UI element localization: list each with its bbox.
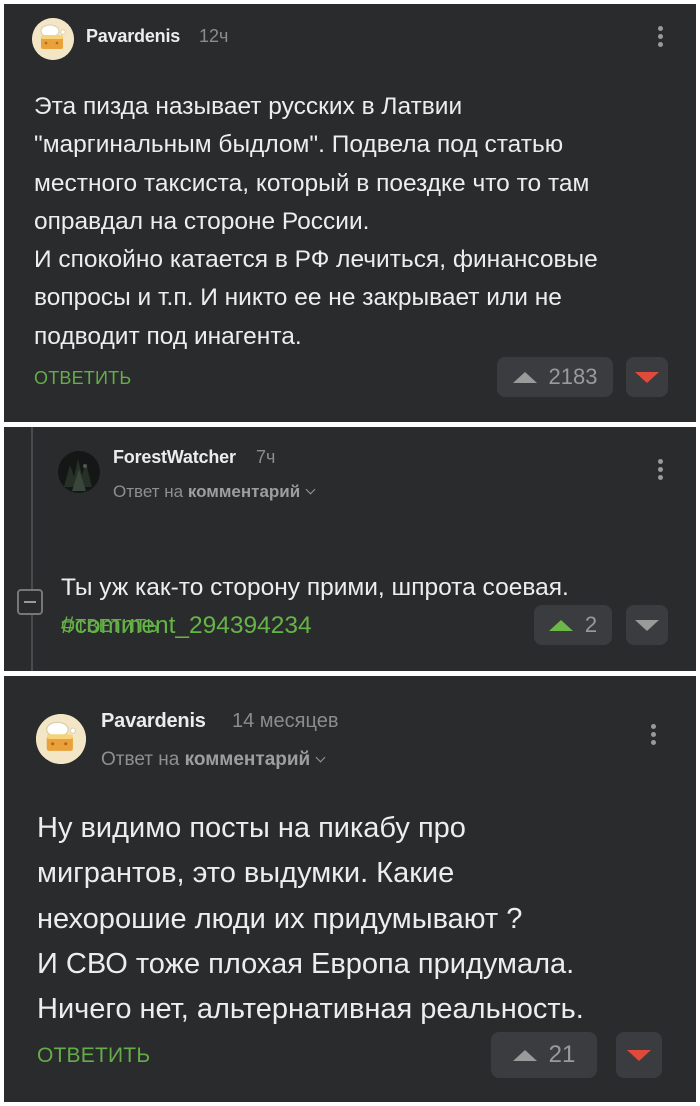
rating-count: 2183 xyxy=(548,364,598,389)
reply-button[interactable]: ОТВЕТИТЬ xyxy=(37,1044,150,1068)
reply-to-target: комментарий xyxy=(187,482,301,501)
kebab-menu-icon[interactable] xyxy=(647,724,659,748)
cake-avatar-icon xyxy=(36,714,86,764)
reply-to-prefix: Ответ на xyxy=(113,482,184,501)
comment-body: Ты уж как-то сторону прими, шпрота соева… xyxy=(61,574,569,601)
downvote-button[interactable] xyxy=(626,605,668,645)
rating-count: 2 xyxy=(584,612,598,637)
comment-card: Pavardenis 14 месяцев Ответ на комментар… xyxy=(4,676,696,1102)
downvote-icon xyxy=(635,371,659,383)
comment-card: Pavardenis 12ч Эта пизда называет русски… xyxy=(4,4,696,422)
downvote-button[interactable] xyxy=(616,1032,662,1078)
upvote-icon xyxy=(512,371,537,383)
upvote-icon xyxy=(548,619,573,631)
collapse-thread-icon[interactable] xyxy=(17,589,43,615)
chevron-down-icon xyxy=(315,752,326,763)
rating-count: 21 xyxy=(548,1041,576,1068)
comment-author[interactable]: ForestWatcher xyxy=(113,447,236,468)
comment-time: 7ч xyxy=(256,447,276,467)
cake-avatar-icon xyxy=(32,18,74,60)
reply-button[interactable]: ОТВЕТИТЬ xyxy=(34,368,131,389)
user-avatar[interactable] xyxy=(58,451,100,493)
upvote-button[interactable]: 21 xyxy=(491,1032,597,1078)
upvote-button[interactable]: 2 xyxy=(534,605,612,645)
upvote-icon xyxy=(512,1049,537,1061)
comment-text: Ну видимо посты на пикабу про мигрантов,… xyxy=(37,812,584,1026)
upvote-button[interactable]: 2183 xyxy=(497,357,613,397)
comment-time: 12ч xyxy=(199,26,229,46)
reply-to-target: комментарий xyxy=(184,749,311,770)
reply-button[interactable]: ОТВЕТИТЬ xyxy=(61,616,158,637)
reply-to-prefix: Ответ на xyxy=(101,749,180,770)
kebab-menu-icon[interactable] xyxy=(654,459,666,483)
kebab-menu-icon[interactable] xyxy=(654,26,666,50)
reply-to-link[interactable]: Ответ на комментарий xyxy=(101,749,326,771)
comment-author[interactable]: Pavardenis xyxy=(86,26,180,47)
comment-card: ForestWatcher 7ч Ответ на комментарий Ты… xyxy=(4,427,696,671)
thread-line[interactable] xyxy=(31,427,33,671)
comment-time: 14 месяцев xyxy=(232,710,339,732)
downvote-button[interactable] xyxy=(626,357,668,397)
forest-avatar-icon xyxy=(58,451,100,493)
downvote-icon xyxy=(627,1049,651,1061)
chevron-down-icon xyxy=(305,484,316,495)
user-avatar[interactable] xyxy=(36,714,86,764)
comment-text: Эта пизда называет русских в Латвии "мар… xyxy=(34,93,598,350)
comment-author[interactable]: Pavardenis xyxy=(101,710,206,733)
downvote-icon xyxy=(635,619,659,631)
reply-to-link[interactable]: Ответ на комментарий xyxy=(113,482,316,502)
user-avatar[interactable] xyxy=(32,18,74,60)
